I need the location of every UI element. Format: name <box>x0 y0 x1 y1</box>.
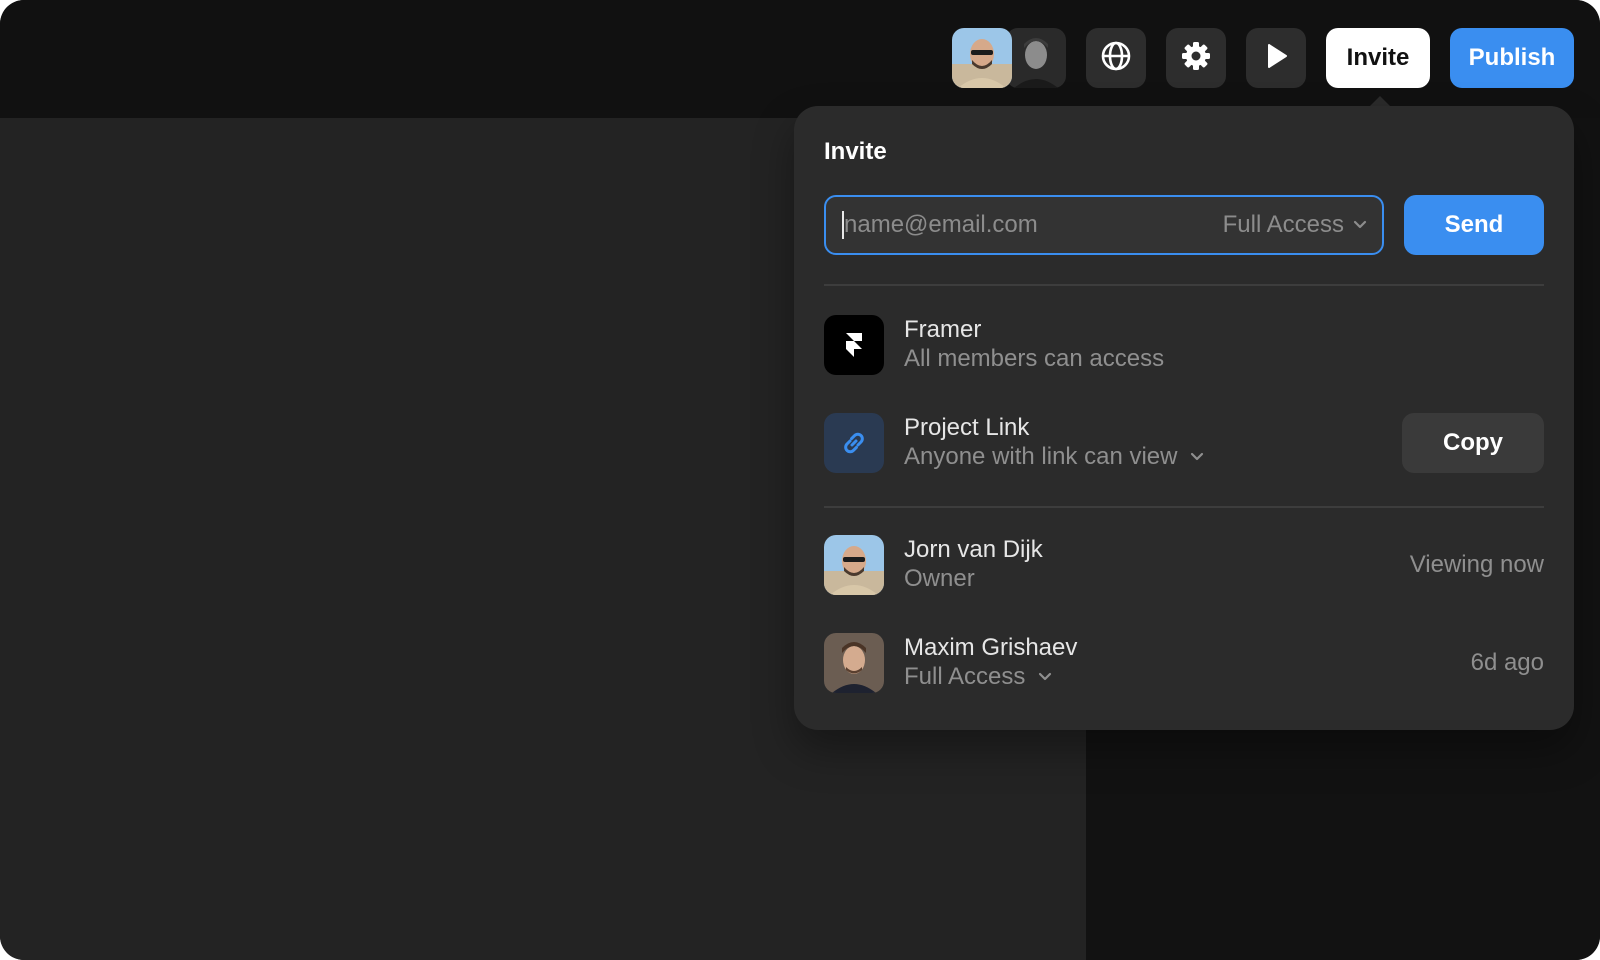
send-button[interactable]: Send <box>1404 195 1544 255</box>
access-dropdown-label: Full Access <box>1222 211 1344 238</box>
copy-link-button[interactable]: Copy <box>1402 413 1544 473</box>
email-field[interactable]: Full Access <box>824 195 1384 255</box>
toolbar-actions: Invite Publish <box>952 28 1574 88</box>
member-access-label: Full Access <box>904 663 1026 690</box>
member-name: Jorn van Dijk <box>904 536 1043 563</box>
divider <box>824 284 1544 286</box>
project-link-name: Project Link <box>904 414 1030 441</box>
member-access-dropdown[interactable]: Full Access <box>904 662 1471 692</box>
project-link-text: Project Link Anyone with link can view <box>904 414 1402 472</box>
framer-logo-icon <box>824 315 884 375</box>
member-name: Maxim Grishaev <box>904 634 1078 661</box>
member-role-label: Owner <box>904 565 975 592</box>
workspace-text: Framer All members can access <box>904 316 1544 374</box>
member-text: Maxim Grishaev Full Access <box>904 634 1471 692</box>
chevron-down-icon <box>1352 211 1368 239</box>
email-input[interactable] <box>844 211 1223 239</box>
access-dropdown[interactable]: Full Access <box>1223 211 1368 239</box>
member-text: Jorn van Dijk Owner <box>904 536 1410 594</box>
collaborator-avatars[interactable] <box>952 28 1066 88</box>
gear-icon <box>1180 40 1212 77</box>
globe-icon <box>1100 40 1132 77</box>
member-status: Viewing now <box>1409 551 1544 578</box>
workspace-row: Framer All members can access <box>824 315 1544 375</box>
link-icon <box>824 413 884 473</box>
settings-button[interactable] <box>1166 28 1226 88</box>
invite-popover: Invite Full Access Send Framer <box>794 106 1574 730</box>
avatar[interactable] <box>1006 28 1066 88</box>
link-permission-dropdown[interactable]: Anyone with link can view <box>904 442 1402 472</box>
member-row: Maxim Grishaev Full Access 6d ago <box>824 633 1544 693</box>
workspace-sub: All members can access <box>904 344 1544 374</box>
play-icon <box>1260 40 1292 77</box>
member-role: Owner <box>904 564 1410 594</box>
workspace-name: Framer <box>904 316 982 343</box>
globe-button[interactable] <box>1086 28 1146 88</box>
avatar <box>824 633 884 693</box>
chevron-down-icon <box>1189 442 1205 472</box>
chevron-down-icon <box>1037 662 1053 692</box>
avatar[interactable] <box>952 28 1012 88</box>
project-link-row: Project Link Anyone with link can view C… <box>824 413 1544 473</box>
avatar <box>824 535 884 595</box>
member-status: 6d ago <box>1470 649 1544 676</box>
workspace-access-label: All members can access <box>904 345 1165 372</box>
divider <box>824 506 1544 508</box>
invite-button[interactable]: Invite <box>1326 28 1430 88</box>
popover-title: Invite <box>824 138 887 165</box>
member-row: Jorn van Dijk Owner Viewing now <box>824 535 1544 595</box>
publish-button[interactable]: Publish <box>1450 28 1574 88</box>
preview-button[interactable] <box>1246 28 1306 88</box>
link-permission-label: Anyone with link can view <box>904 443 1178 470</box>
app-window: Invite Publish Invite Full Access Send <box>0 0 1600 960</box>
